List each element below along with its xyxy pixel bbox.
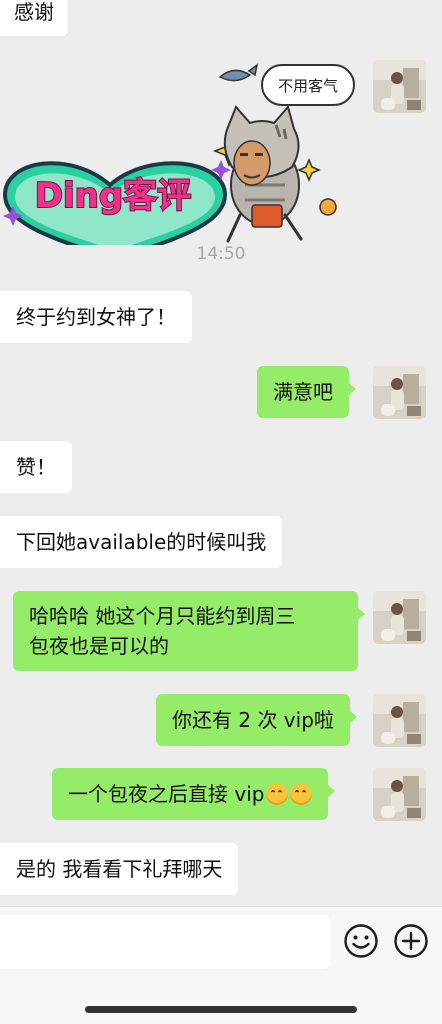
avatar[interactable] (373, 60, 426, 113)
message-bubble-incoming[interactable]: 是的 我看看下礼拜哪天 (0, 843, 239, 895)
plus-icon[interactable] (393, 923, 429, 959)
avatar-photo (373, 694, 426, 747)
message-text-line: 包夜也是可以的 (29, 634, 169, 658)
sticker-caption: 不用客气 (278, 77, 338, 95)
message-timestamp: 14:50 (196, 244, 246, 264)
smiley-icon[interactable] (343, 923, 379, 959)
message-text: 你还有 2 次 vip啦 (172, 708, 334, 732)
avatar[interactable] (373, 768, 426, 821)
avatar-photo (373, 366, 426, 419)
message-text: 赞！ (16, 455, 56, 479)
message-bubble-incoming[interactable]: 终于约到女神了！ (0, 291, 192, 343)
message-bubble-outgoing[interactable]: 满意吧 (257, 366, 356, 418)
message-text: 感谢 (14, 0, 54, 24)
message-bubble-outgoing[interactable]: 哈哈哈 她这个月只能约到周三 包夜也是可以的 (13, 591, 365, 671)
avatar[interactable] (373, 694, 426, 747)
avatar-photo (373, 60, 426, 113)
sticker-banner-text: Ding客评 (35, 176, 191, 216)
message-bubble-incoming[interactable]: 下回她available的时候叫我 (0, 516, 283, 568)
avatar[interactable] (373, 366, 426, 419)
message-input[interactable] (0, 915, 330, 969)
sticker-message[interactable]: 不用客气 Ding客评 (0, 55, 360, 263)
message-text: 终于约到女神了！ (16, 305, 176, 329)
message-text: 下回她available的时候叫我 (16, 530, 267, 554)
message-bubble-incoming[interactable]: 感谢 (0, 0, 68, 36)
avatar[interactable] (373, 591, 426, 644)
message-bubble-incoming[interactable]: 赞！ (0, 441, 72, 493)
chat-screen: 感谢 不用客气 Ding客评 14:50 终于约到女神了！ 满意吧 赞！ 下回她… (0, 0, 442, 1024)
blush-emoji-icon (266, 783, 289, 805)
message-text: 满意吧 (273, 380, 333, 404)
avatar-photo (373, 768, 426, 821)
message-bubble-outgoing[interactable]: 你还有 2 次 vip啦 (156, 694, 357, 746)
blush-emoji-icon (290, 783, 313, 805)
message-text-line: 哈哈哈 她这个月只能约到周三 (29, 604, 296, 628)
cat-sticker-icon: 不用客气 Ding客评 (2, 63, 355, 263)
home-indicator (85, 1006, 357, 1013)
message-text: 一个包夜之后直接 vip (68, 782, 265, 806)
avatar-photo (373, 591, 426, 644)
message-bubble-outgoing[interactable]: 一个包夜之后直接 vip (52, 768, 336, 820)
message-text: 是的 我看看下礼拜哪天 (16, 857, 223, 881)
